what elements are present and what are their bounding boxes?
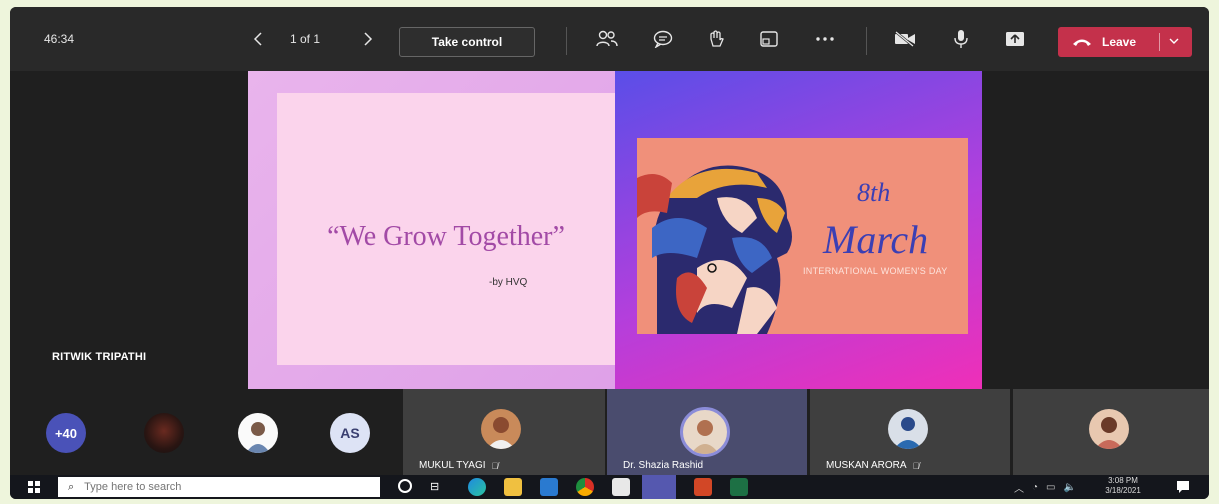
chat-icon[interactable]	[650, 7, 676, 71]
presenter-name: RITWIK TRIPATHI	[52, 351, 147, 363]
mic-off-icon: 🎙̸	[491, 460, 499, 471]
page-count: 1 of 1	[290, 32, 321, 46]
meeting-timer: 46:34	[44, 32, 75, 46]
participants-icon[interactable]	[594, 7, 620, 71]
toolbar-divider	[566, 27, 567, 55]
shared-slide: “We Grow Together” -by HVQ 8th March INT…	[248, 71, 982, 389]
participant-tile[interactable]: MUSKAN ARORA 🎙̸	[810, 389, 1010, 475]
battery-icon[interactable]: ▭	[1046, 482, 1055, 493]
reactions-icon[interactable]	[704, 7, 730, 71]
share-icon[interactable]	[1002, 7, 1028, 71]
participant-tile[interactable]	[1013, 389, 1209, 475]
store-icon[interactable]	[612, 478, 630, 496]
initials-avatar[interactable]: AS	[330, 413, 370, 453]
cortana-icon[interactable]	[398, 479, 412, 493]
participant-tile[interactable]: MUKUL TYAGI 🎙̸	[403, 389, 605, 475]
avatar	[481, 409, 521, 449]
windows-taskbar: ⌕ ⊟ ︿ ◔ ▭ 🔈 3:08 PM 3/18/2021	[10, 475, 1209, 499]
notification-icon[interactable]	[1176, 480, 1190, 494]
teams-meeting-window: 46:34 1 of 1 Take control Leave “We Grow…	[10, 7, 1209, 499]
meeting-toolbar: 46:34 1 of 1 Take control Leave	[10, 7, 1209, 71]
leave-button[interactable]: Leave	[1058, 27, 1192, 57]
system-tray: ︿ ◔ ▭ 🔈	[1014, 475, 1076, 499]
slide-quote-panel: “We Grow Together” -by HVQ	[277, 93, 615, 365]
avatar	[680, 407, 730, 457]
shared-content-stage: “We Grow Together” -by HVQ 8th March INT…	[10, 71, 1209, 389]
chrome-icon[interactable]	[576, 478, 594, 496]
task-view-icon[interactable]: ⊟	[430, 480, 439, 493]
phone-icon	[1072, 36, 1092, 50]
volume-icon[interactable]: 🔈	[1064, 482, 1076, 493]
mail-icon[interactable]	[540, 478, 558, 496]
avatar	[1089, 409, 1129, 449]
avatar	[888, 409, 928, 449]
search-icon: ⌕	[68, 480, 75, 493]
chevron-left-icon[interactable]	[248, 7, 268, 71]
participant-name: MUSKAN ARORA 🎙̸	[826, 460, 920, 471]
network-icon[interactable]: ◔	[1032, 482, 1038, 493]
taskbar-search-input[interactable]	[82, 480, 357, 494]
slide-byline: -by HVQ	[489, 277, 528, 288]
poster-month: March	[823, 217, 929, 262]
mic-off-icon: 🎙̸	[912, 460, 920, 471]
teams-icon[interactable]	[642, 475, 676, 499]
participants-strip: +40 AS MUKUL TYAGI 🎙̸ Dr. Shazia Rashid M…	[10, 389, 1209, 475]
womens-day-poster: 8th March INTERNATIONAL WOMEN'S DAY	[637, 138, 968, 334]
excel-icon[interactable]	[730, 478, 748, 496]
chevron-up-icon[interactable]: ︿	[1014, 480, 1024, 495]
mic-icon[interactable]	[948, 7, 974, 71]
chevron-down-icon[interactable]	[1168, 35, 1180, 50]
slide-image-panel: 8th March INTERNATIONAL WOMEN'S DAY	[615, 71, 982, 389]
chevron-right-icon[interactable]	[358, 7, 378, 71]
windows-start-icon[interactable]	[28, 481, 40, 493]
taskbar-search-box[interactable]: ⌕	[58, 477, 380, 497]
more-icon[interactable]	[812, 7, 838, 71]
take-control-button[interactable]: Take control	[399, 27, 535, 57]
taskbar-clock[interactable]: 3:08 PM 3/18/2021	[1102, 476, 1144, 496]
avatar[interactable]	[238, 413, 278, 453]
powerpoint-icon[interactable]	[694, 478, 712, 496]
poster-date-ordinal: 8th	[857, 178, 891, 207]
poster-subtitle: INTERNATIONAL WOMEN'S DAY	[803, 266, 948, 276]
file-explorer-icon[interactable]	[504, 478, 522, 496]
leave-label: Leave	[1102, 35, 1137, 49]
overflow-participants-badge[interactable]: +40	[46, 413, 86, 453]
avatar[interactable]	[144, 413, 184, 453]
participant-name: Dr. Shazia Rashid	[623, 460, 704, 471]
slide-quote: “We Grow Together”	[327, 221, 565, 252]
participant-name: MUKUL TYAGI 🎙̸	[419, 460, 499, 471]
rooms-icon[interactable]	[756, 7, 782, 71]
camera-off-icon[interactable]	[892, 7, 918, 71]
toolbar-divider	[866, 27, 867, 55]
edge-icon[interactable]	[468, 478, 486, 496]
participant-tile-active-speaker[interactable]: Dr. Shazia Rashid	[607, 389, 807, 475]
